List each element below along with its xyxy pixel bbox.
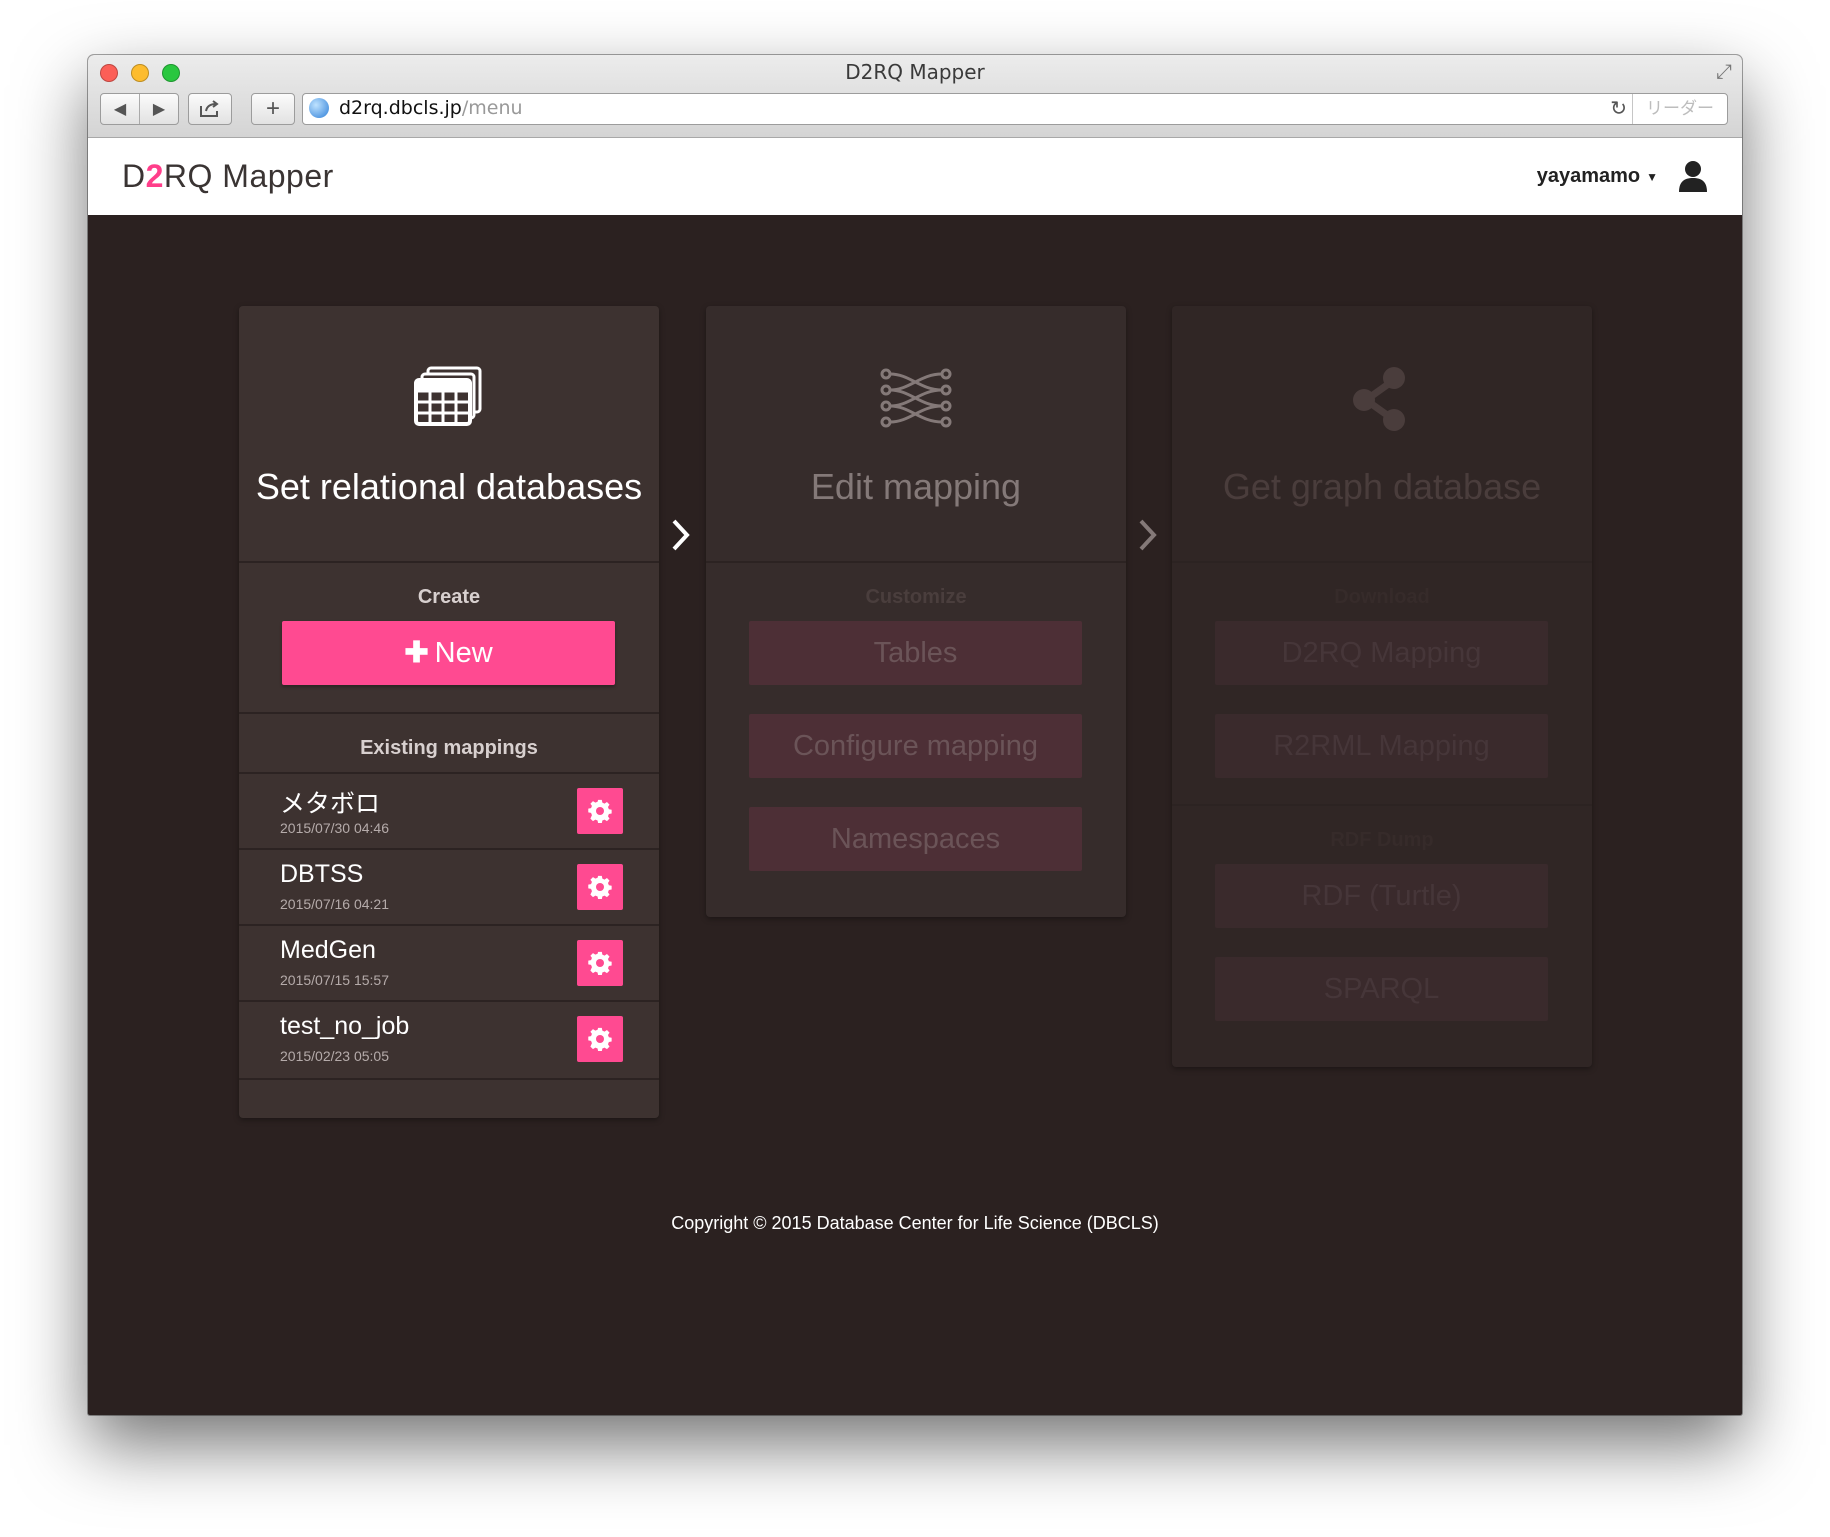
step-title: Get graph database [1222, 466, 1542, 507]
fullscreen-icon[interactable]: ⤢ [1716, 61, 1732, 84]
mapping-date: 2015/07/16 04:21 [280, 896, 389, 912]
configure-mapping-button[interactable]: Configure mapping [749, 714, 1082, 778]
reload-icon[interactable]: ↻ [1610, 96, 1627, 120]
globe-icon [309, 98, 329, 118]
mapping-row[interactable]: test_no_job 2015/02/23 05:05 [239, 1000, 659, 1080]
mapping-settings-button[interactable] [577, 788, 623, 834]
mapping-row[interactable]: メタボロ 2015/07/30 04:46 [239, 772, 659, 850]
chevron-right-icon [672, 519, 690, 551]
rdf-dump-label: RDF Dump [1330, 829, 1434, 851]
browser-toolbar: D2RQ Mapper ⤢ ◀ ▶ + d2rq.dbcls.jp/menu ↻… [88, 55, 1742, 138]
plus-icon: ✚ [404, 637, 429, 669]
customize-label: Customize [865, 586, 967, 608]
create-label: Create [417, 586, 481, 608]
address-bar[interactable]: d2rq.dbcls.jp/menu ↻ リーダー [302, 93, 1728, 125]
divider [1172, 804, 1592, 806]
namespaces-button[interactable]: Namespaces [749, 807, 1082, 871]
new-mapping-button[interactable]: ✚ New [282, 621, 615, 685]
share-button[interactable] [188, 93, 232, 125]
mapping-name: test_no_job [280, 1012, 410, 1040]
sparql-button[interactable]: SPARQL [1215, 957, 1548, 1021]
share-graph-icon [1353, 367, 1405, 431]
new-tab-button[interactable]: + [251, 93, 295, 125]
mapping-name: DBTSS [280, 860, 364, 888]
browser-window: D2RQ Mapper ⤢ ◀ ▶ + d2rq.dbcls.jp/menu ↻… [88, 55, 1742, 1415]
mapping-name: メタボロ [280, 790, 381, 818]
mapping-row[interactable]: DBTSS 2015/07/16 04:21 [239, 848, 659, 926]
share-icon [189, 94, 231, 124]
gear-icon [588, 951, 612, 975]
user-dropdown[interactable]: yayamamo ▼ [1537, 165, 1658, 188]
mapping-date: 2015/07/30 04:46 [280, 820, 389, 836]
mapping-name: MedGen [280, 936, 376, 964]
mapping-date: 2015/07/15 15:57 [280, 972, 389, 988]
divider [239, 712, 659, 714]
gear-icon [588, 1027, 612, 1051]
step-card-set-databases: Set relational databases Create ✚ New Exi… [239, 306, 659, 1118]
mapping-row[interactable]: MedGen 2015/07/15 15:57 [239, 924, 659, 1002]
caret-down-icon: ▼ [1646, 169, 1658, 184]
database-table-icon [414, 366, 482, 426]
reader-button[interactable]: リーダー [1632, 94, 1727, 124]
app-logo[interactable]: D2RQ Mapper [122, 158, 334, 195]
step-card-edit-mapping: Edit mapping Customize Tables Configure … [706, 306, 1126, 917]
r2rml-mapping-button[interactable]: R2RML Mapping [1215, 714, 1548, 778]
back-forward-group: ◀ ▶ [100, 93, 179, 125]
url-text: d2rq.dbcls.jp/menu [339, 97, 523, 119]
divider [1172, 561, 1592, 563]
app-header: D2RQ Mapper yayamamo ▼ [88, 138, 1742, 215]
d2rq-mapping-button[interactable]: D2RQ Mapping [1215, 621, 1548, 685]
tables-button[interactable]: Tables [749, 621, 1082, 685]
step-title: Edit mapping [810, 466, 1022, 507]
step-card-get-graph-database: Get graph database Download D2RQ Mapping… [1172, 306, 1592, 1067]
forward-icon[interactable]: ▶ [140, 94, 178, 124]
mapping-date: 2015/02/23 05:05 [280, 1048, 389, 1064]
gear-icon [588, 799, 612, 823]
existing-mappings-label: Existing mappings [360, 737, 538, 759]
step-title: Set relational databases [255, 466, 643, 507]
mapping-lines-icon [880, 368, 952, 428]
copyright-footer: Copyright © 2015 Database Center for Lif… [671, 1213, 1159, 1233]
user-icon[interactable] [1678, 160, 1708, 192]
chevron-right-icon [1139, 519, 1157, 551]
mapping-settings-button[interactable] [577, 864, 623, 910]
plus-icon: + [265, 95, 280, 122]
download-label: Download [1334, 586, 1430, 608]
mapping-settings-button[interactable] [577, 1016, 623, 1062]
window-title: D2RQ Mapper [845, 60, 985, 84]
divider [706, 561, 1126, 563]
username: yayamamo [1536, 165, 1641, 187]
back-icon[interactable]: ◀ [101, 94, 140, 124]
mapping-settings-button[interactable] [577, 940, 623, 986]
divider [239, 561, 659, 563]
gear-icon [588, 875, 612, 899]
rdf-turtle-button[interactable]: RDF (Turtle) [1215, 864, 1548, 928]
